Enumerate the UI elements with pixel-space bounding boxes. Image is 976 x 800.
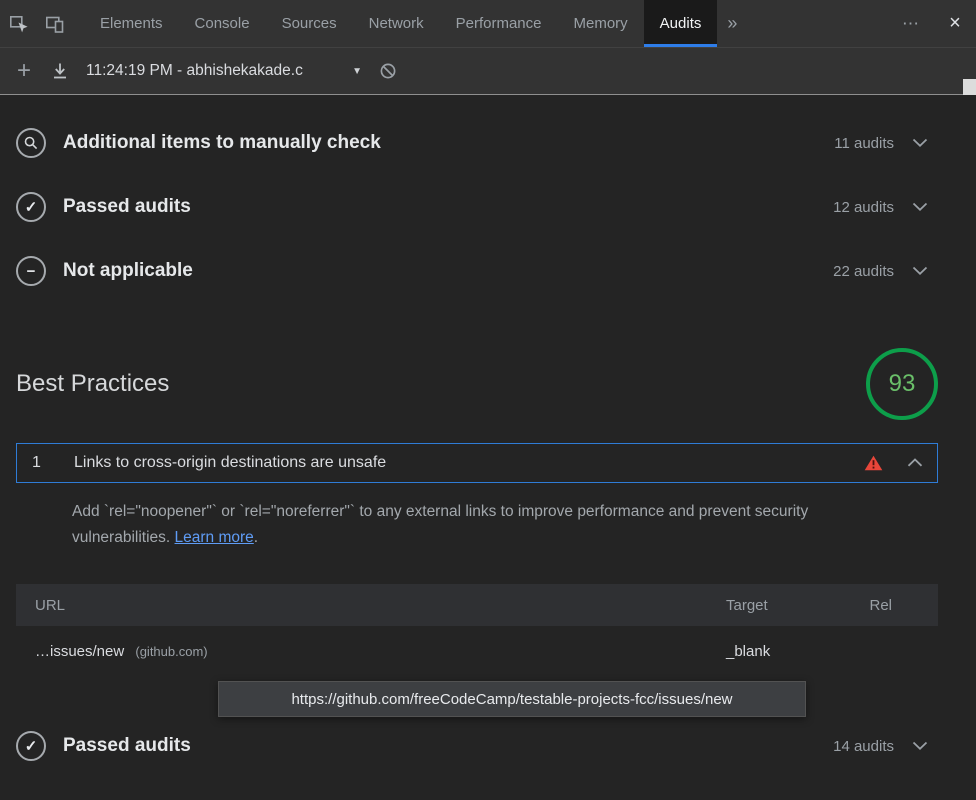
url-value[interactable]: …issues/new (35, 643, 124, 660)
section-count: 14 audits (833, 737, 894, 755)
category-title: Best Practices (16, 370, 170, 397)
tab-memory[interactable]: Memory (558, 0, 644, 47)
warning-icon (864, 455, 883, 471)
close-devtools-icon[interactable]: × (934, 0, 976, 47)
tab-sources[interactable]: Sources (266, 0, 353, 47)
url-tooltip: https://github.com/freeCodeCamp/testable… (218, 681, 806, 717)
section-passed-audits[interactable]: ✓ Passed audits 12 audits (16, 175, 938, 239)
tab-console[interactable]: Console (179, 0, 266, 47)
more-tabs-icon[interactable]: » (717, 0, 747, 47)
chevron-down-icon[interactable] (912, 138, 928, 148)
url-host: (github.com) (135, 643, 208, 659)
new-audit-icon[interactable]: + (6, 57, 42, 85)
tab-elements[interactable]: Elements (84, 0, 179, 47)
audit-item-expanded[interactable]: 1 Links to cross-origin destinations are… (16, 443, 938, 483)
magnifier-icon (16, 128, 46, 158)
column-header-rel: Rel (869, 596, 892, 614)
inspect-element-icon[interactable] (0, 0, 36, 47)
chevron-down-icon[interactable] (912, 202, 928, 212)
section-count: 12 audits (833, 198, 894, 216)
scrollbar-thumb[interactable] (963, 79, 976, 95)
tab-network[interactable]: Network (353, 0, 440, 47)
more-options-icon[interactable]: ⋯ (890, 0, 934, 47)
dropdown-arrow-icon: ▼ (352, 65, 362, 77)
target-value: _blank (726, 642, 771, 660)
tabbar-spacer (747, 0, 890, 47)
check-icon: ✓ (16, 731, 46, 762)
clear-reports-icon[interactable] (370, 61, 406, 81)
minus-circle-icon: − (16, 256, 46, 286)
category-header: Best Practices 93 (16, 339, 938, 429)
panel-tabs: Elements Console Sources Network Perform… (84, 0, 718, 47)
chevron-down-icon[interactable] (912, 266, 928, 276)
section-not-applicable[interactable]: − Not applicable 22 audits (16, 239, 938, 303)
report-selector-value: 11:24:19 PM - abhishekakade.c (86, 62, 303, 79)
device-toolbar-icon[interactable] (36, 0, 72, 47)
check-icon: ✓ (16, 192, 46, 222)
audits-toolbar: + 11:24:19 PM - abhishekakade.c ▼ (0, 48, 976, 95)
section-title: Passed audits (63, 196, 191, 217)
report-selector[interactable]: 11:24:19 PM - abhishekakade.c ▼ (86, 62, 362, 80)
table-header-row: URL Target Rel (16, 584, 938, 627)
section-title: Not applicable (63, 260, 193, 281)
section-title: Additional items to manually check (63, 132, 381, 153)
column-header-url: URL (35, 596, 66, 614)
section-count: 22 audits (833, 262, 894, 280)
audit-description-suffix: . (253, 528, 259, 546)
tab-performance[interactable]: Performance (440, 0, 558, 47)
devtools-tabbar: Elements Console Sources Network Perform… (0, 0, 976, 48)
download-report-icon[interactable] (42, 61, 78, 81)
table-row[interactable]: …issues/new (github.com) _blank (16, 626, 938, 676)
learn-more-link[interactable]: Learn more (175, 529, 254, 546)
column-header-target: Target (726, 596, 768, 614)
section-manual-checks[interactable]: Additional items to manually check 11 au… (16, 111, 938, 175)
chevron-down-icon[interactable] (912, 741, 928, 751)
audit-details-table: URL Target Rel …issues/new (github.com) … (16, 584, 938, 676)
audits-report: Additional items to manually check 11 au… (0, 95, 976, 799)
tab-audits[interactable]: Audits (643, 0, 718, 47)
audit-index: 1 (32, 454, 41, 471)
chevron-up-icon[interactable] (907, 458, 923, 468)
section-passed-audits-bottom[interactable]: ✓ Passed audits 14 audits (16, 714, 938, 778)
audit-title: Links to cross-origin destinations are u… (74, 454, 387, 471)
section-count: 11 audits (834, 134, 894, 152)
score-value: 93 (888, 370, 916, 397)
section-title: Passed audits (63, 735, 191, 757)
score-gauge: 93 (866, 348, 938, 420)
audit-description: Add `rel="noopener"` or `rel="noreferrer… (72, 499, 902, 550)
